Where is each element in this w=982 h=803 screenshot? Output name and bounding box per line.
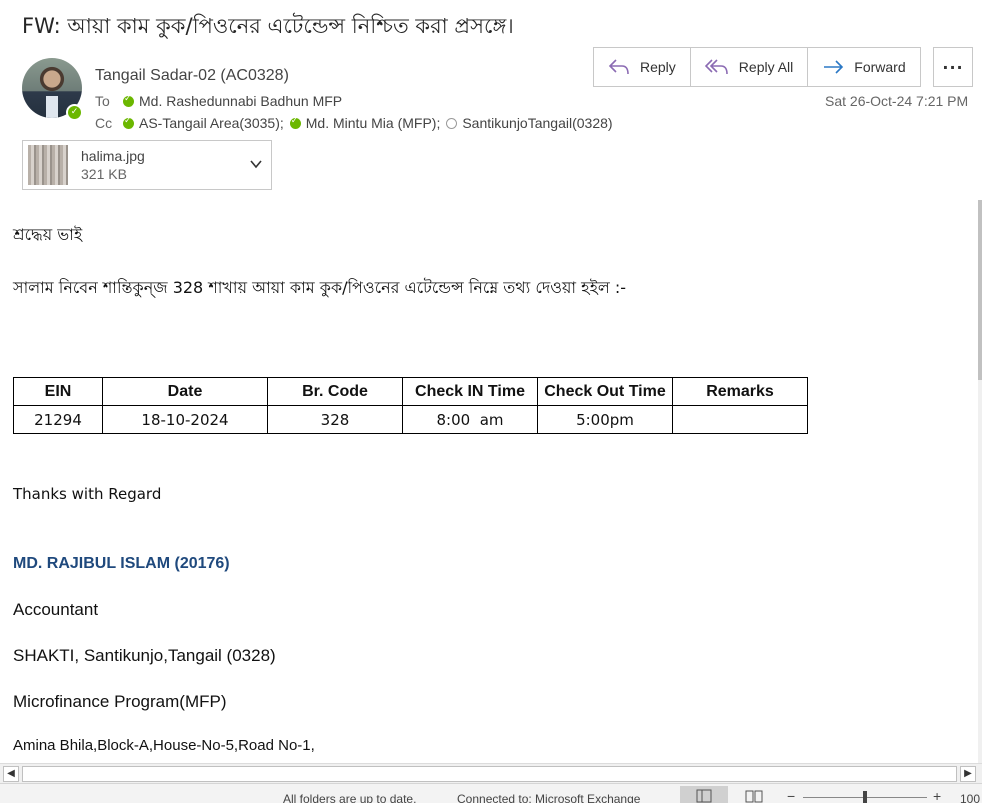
reply-button[interactable]: Reply	[594, 48, 691, 86]
to-label: To	[95, 93, 110, 109]
forward-icon	[824, 60, 844, 74]
signature-office: SHAKTI, Santikunjo,Tangail (0328)	[13, 646, 276, 665]
attachment-size: 321 KB	[81, 166, 127, 182]
signature-address: Amina Bhila,Block-A,House-No-5,Road No-1…	[13, 737, 315, 754]
more-actions-button[interactable]: ···	[933, 47, 973, 87]
table-header-row: EIN Date Br. Code Check IN Time Check Ou…	[13, 377, 808, 406]
column-header: Check IN Time	[402, 377, 538, 406]
reading-view-button[interactable]	[730, 786, 778, 803]
attachment-thumbnail	[28, 145, 68, 185]
table-cell: 21294	[13, 405, 103, 434]
attachment-card[interactable]: halima.jpg 321 KB	[22, 140, 272, 190]
sync-status: All folders are up to date.	[283, 792, 417, 803]
normal-view-button[interactable]	[680, 786, 728, 803]
reading-view-icon	[745, 790, 763, 803]
intro-text: সালাম নিবেন শান্তিকুন্জ 328 শাখায় আয়া …	[13, 278, 627, 297]
zoom-slider-handle[interactable]	[863, 791, 867, 803]
forward-label: Forward	[854, 59, 906, 75]
connection-status: Connected to: Microsoft Exchange	[457, 792, 641, 803]
column-header: Br. Code	[267, 377, 403, 406]
thanks-text: Thanks with Regard	[13, 485, 162, 503]
table-row: 21294 18-10-2024 328 8:00 am 5:00pm	[13, 405, 808, 434]
scroll-left-icon[interactable]: ◀	[3, 766, 19, 782]
zoom-out-icon[interactable]: −	[787, 788, 795, 803]
reply-label: Reply	[640, 59, 676, 75]
recipient-name[interactable]: AS-Tangail Area(3035);	[139, 115, 284, 131]
zoom-level[interactable]: 100	[960, 792, 980, 803]
table-cell: 5:00pm	[537, 405, 673, 434]
status-bar: All folders are up to date. Connected to…	[0, 783, 982, 803]
signature-program: Microfinance Program(MFP)	[13, 692, 227, 711]
cc-recipients: AS-Tangail Area(3035); Md. Mintu Mia (MF…	[123, 115, 619, 131]
signature-title: Accountant	[13, 600, 99, 619]
table-cell: 328	[267, 405, 403, 434]
recipient-name[interactable]: Md. Rashedunnabi Badhun MFP	[139, 93, 342, 109]
presence-online-icon	[123, 115, 134, 129]
forward-button[interactable]: Forward	[808, 48, 920, 86]
sent-datetime: Sat 26-Oct-24 7:21 PM	[825, 93, 969, 109]
horizontal-scrollbar[interactable]: ◀ ▶	[0, 763, 982, 783]
greeting-text: শ্রদ্ধেয় ভাই	[13, 225, 83, 244]
cc-label: Cc	[95, 115, 113, 131]
presence-online-icon	[289, 115, 301, 129]
vertical-scrollbar[interactable]	[978, 200, 982, 763]
column-header: Check Out Time	[537, 377, 673, 406]
reply-icon	[608, 59, 629, 75]
presence-online-icon	[123, 93, 134, 107]
recipient-name[interactable]: Md. Mintu Mia (MFP);	[306, 115, 441, 131]
scroll-track[interactable]	[22, 766, 957, 782]
reply-all-label: Reply All	[738, 59, 794, 75]
attendance-table: EIN Date Br. Code Check IN Time Check Ou…	[13, 377, 808, 434]
column-header: EIN	[13, 377, 103, 406]
to-recipients: Md. Rashedunnabi Badhun MFP	[123, 93, 348, 109]
normal-view-icon	[696, 789, 712, 803]
recipient-name[interactable]: SantikunjoTangail(0328)	[462, 115, 612, 131]
signature-name: MD. RAJIBUL ISLAM (20176)	[13, 555, 230, 572]
attachment-name: halima.jpg	[81, 148, 145, 164]
table-cell	[672, 405, 808, 434]
presence-offline-icon	[446, 117, 458, 129]
table-cell: 8:00 am	[402, 405, 538, 434]
presence-available-icon: ✓	[66, 104, 83, 121]
column-header: Date	[102, 377, 268, 406]
zoom-in-icon[interactable]: +	[933, 788, 941, 803]
column-header: Remarks	[672, 377, 808, 406]
message-actions: Reply Reply All Forward	[593, 47, 921, 87]
email-subject: FW: আয়া কাম কুক/পিওনের এটেন্ডেন্স নিশ্চ…	[22, 14, 514, 38]
chevron-down-icon[interactable]	[249, 157, 263, 171]
sender-name[interactable]: Tangail Sadar-02 (AC0328)	[95, 67, 289, 85]
message-body: শ্রদ্ধেয় ভাই সালাম নিবেন শান্তিকুন্জ 32…	[0, 200, 980, 763]
reply-all-icon	[704, 59, 728, 75]
table-cell: 18-10-2024	[102, 405, 268, 434]
reply-all-button[interactable]: Reply All	[690, 48, 809, 86]
scroll-right-icon[interactable]: ▶	[960, 766, 976, 782]
